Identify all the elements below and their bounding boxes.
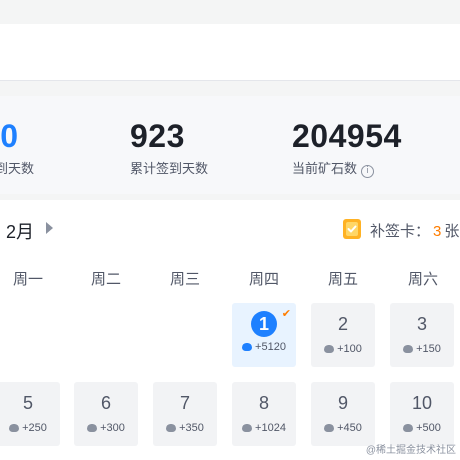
weekday-tuesday: 周二: [90, 271, 121, 288]
stat-total-days: 923 累计签到天数: [130, 118, 208, 177]
reward-value: +250: [22, 422, 47, 434]
day-cell[interactable]: 7 +350: [153, 382, 217, 446]
reward-value: +1024: [255, 422, 286, 434]
day-cell[interactable]: 1 ✔ +5120: [232, 303, 296, 367]
stat-label: 当前矿石数 i: [292, 158, 402, 178]
stat-value: 204954: [292, 118, 402, 154]
weekday-wednesday: 周三: [169, 271, 200, 288]
supplement-card-info[interactable]: 补签卡： 3 张: [370, 220, 459, 241]
day-reward: +350: [153, 422, 217, 434]
ore-icon: [403, 424, 414, 432]
watermark: @稀土掘金技术社区: [365, 445, 456, 456]
stat-consecutive-days: 00 签到天数: [0, 118, 34, 177]
ore-icon: [9, 424, 20, 432]
month-label: 2月: [6, 222, 35, 242]
stat-label: 累计签到天数: [130, 161, 209, 176]
stat-value: 00: [0, 118, 19, 154]
day-number: 9: [337, 393, 348, 413]
stat-label: 签到天数: [0, 161, 35, 176]
ore-icon: [324, 345, 335, 353]
checked-icon: ✔: [281, 307, 291, 320]
day-cell[interactable]: 3 +150: [390, 303, 454, 367]
day-number: 7: [179, 393, 190, 413]
supplement-card-count: 3: [433, 223, 442, 240]
reward-value: +100: [337, 343, 362, 355]
day-reward: +5120: [232, 341, 296, 353]
reward-value: +450: [337, 422, 362, 434]
day-number: 5: [22, 393, 33, 413]
reward-value: +150: [416, 343, 441, 355]
day-cell[interactable]: 8 +1024: [232, 382, 296, 446]
day-cell[interactable]: 2 +100: [311, 303, 375, 367]
day-cell[interactable]: 9 +450: [311, 382, 375, 446]
day-number: 10: [411, 393, 433, 413]
weekday-thursday: 周四: [248, 271, 279, 288]
day-number: 2: [337, 314, 348, 334]
day-reward: +1024: [232, 422, 296, 434]
day-reward: +100: [311, 343, 375, 355]
info-icon[interactable]: i: [361, 165, 375, 178]
day-reward: +450: [311, 422, 375, 434]
ore-icon: [242, 343, 253, 351]
weekday-saturday: 周六: [407, 271, 438, 288]
ore-icon: [403, 345, 414, 353]
supplement-card-label: 补签卡：: [370, 223, 431, 240]
supplement-card-icon: [343, 219, 361, 239]
day-reward: +300: [74, 422, 138, 434]
day-cell[interactable]: 5 +250: [0, 382, 60, 446]
reward-value: +300: [100, 422, 125, 434]
reward-value: +5120: [255, 341, 286, 353]
stat-ore-count: 204954 当前矿石数 i: [292, 118, 402, 178]
reward-value: +350: [179, 422, 204, 434]
day-reward: +500: [390, 422, 454, 434]
day-number: 3: [416, 314, 427, 334]
stat-value: 923: [130, 118, 185, 154]
weekday-monday: 周一: [12, 271, 43, 288]
day-number: 8: [258, 393, 269, 413]
day-cell[interactable]: 6 +300: [74, 382, 138, 446]
day-reward: +150: [390, 343, 454, 355]
day-number: 6: [100, 393, 111, 413]
header-area: [0, 24, 460, 81]
reward-value: +500: [416, 422, 441, 434]
supplement-card-unit: 张: [444, 223, 460, 240]
ore-icon: [87, 424, 98, 432]
day-reward: +250: [0, 422, 60, 434]
next-month-arrow-icon[interactable]: [46, 222, 53, 234]
weekday-friday: 周五: [327, 271, 358, 288]
ore-icon: [242, 424, 253, 432]
ore-icon: [324, 424, 335, 432]
top-strip: [0, 0, 460, 24]
day-number: 1: [251, 311, 277, 337]
ore-icon: [166, 424, 177, 432]
stat-label-text: 当前矿石数: [292, 161, 358, 176]
day-cell[interactable]: 10 +500: [390, 382, 454, 446]
